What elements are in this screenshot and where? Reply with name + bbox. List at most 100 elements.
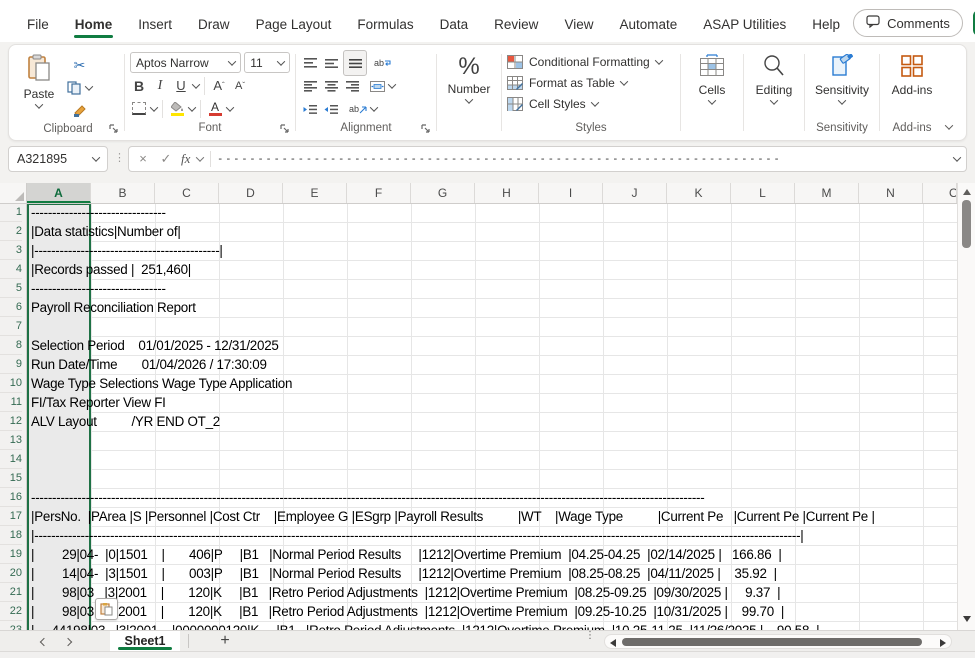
formula-bar-expand-icon[interactable] bbox=[953, 153, 961, 161]
format-as-table-button[interactable]: Format as Table bbox=[507, 72, 675, 93]
row-header-18[interactable]: 18 bbox=[0, 526, 22, 545]
align-top-button[interactable] bbox=[301, 53, 319, 73]
cell-row-21[interactable]: | 98|03 |3|2001 | 120|K |B1 |Retro Perio… bbox=[27, 583, 780, 602]
menu-tab-home[interactable]: Home bbox=[62, 17, 126, 42]
menu-tab-view[interactable]: View bbox=[551, 17, 606, 42]
row-header-9[interactable]: 9 bbox=[0, 355, 22, 374]
orientation-chevron-icon[interactable] bbox=[370, 104, 378, 112]
underline-chevron-icon[interactable] bbox=[192, 80, 200, 88]
column-header-b[interactable]: B bbox=[91, 183, 155, 203]
menu-tab-help[interactable]: Help bbox=[799, 17, 853, 42]
cell-row-19[interactable]: | 29|04- |0|1501 | 406|P |B1 |Normal Per… bbox=[27, 545, 782, 564]
font-size-select[interactable]: 11 bbox=[244, 52, 290, 73]
cell-row-16[interactable]: ----------------------------------------… bbox=[27, 488, 704, 507]
orientation-button[interactable]: ab bbox=[349, 99, 368, 119]
sheet-nav-right-icon[interactable] bbox=[60, 634, 76, 650]
cell-row-7[interactable] bbox=[27, 317, 31, 336]
cell-row-23[interactable]: | 44198|03 |3|2001 |0000000120|K |B1 |Re… bbox=[27, 621, 819, 630]
align-left-button[interactable] bbox=[301, 76, 319, 96]
increase-font-size-button[interactable]: Aˆ bbox=[210, 76, 228, 96]
cell-row-2[interactable]: |Data statistics|Number of| bbox=[27, 222, 181, 241]
paste-button[interactable]: Paste bbox=[17, 51, 61, 121]
row-header-8[interactable]: 8 bbox=[0, 336, 22, 355]
menu-tab-automate[interactable]: Automate bbox=[606, 17, 690, 42]
column-header-d[interactable]: D bbox=[219, 183, 283, 203]
comments-button[interactable]: Comments bbox=[853, 9, 963, 37]
align-center-button[interactable] bbox=[322, 76, 340, 96]
horizontal-scrollbar-thumb[interactable] bbox=[622, 638, 922, 646]
bold-button[interactable]: B bbox=[130, 76, 148, 96]
add-sheet-button[interactable]: + bbox=[215, 631, 235, 651]
borders-chevron-icon[interactable] bbox=[150, 103, 158, 111]
row-header-1[interactable]: 1 bbox=[0, 203, 22, 222]
cell-row-4[interactable]: |Records passed | 251,460| bbox=[27, 260, 191, 279]
column-header-h[interactable]: H bbox=[475, 183, 539, 203]
cell-styles-button[interactable]: Cell Styles bbox=[507, 93, 675, 114]
format-painter-button[interactable] bbox=[67, 101, 92, 121]
cell-row-9[interactable]: Run Date/Time 01/04/2026 / 17:30:09 bbox=[27, 355, 267, 374]
row-header-7[interactable]: 7 bbox=[0, 317, 22, 336]
column-header-e[interactable]: E bbox=[283, 183, 347, 203]
formula-bar-handle[interactable]: ⋮ bbox=[114, 156, 122, 161]
cancel-button[interactable]: × bbox=[135, 151, 151, 166]
column-header-g[interactable]: G bbox=[411, 183, 475, 203]
clipboard-dialog-launcher[interactable] bbox=[108, 123, 119, 134]
cell-row-14[interactable] bbox=[27, 450, 31, 469]
decrease-font-size-button[interactable]: Aˇ bbox=[231, 76, 249, 96]
cells-button[interactable]: Cells bbox=[686, 51, 738, 120]
menu-tab-insert[interactable]: Insert bbox=[125, 17, 185, 42]
column-header-l[interactable]: L bbox=[731, 183, 795, 203]
italic-button[interactable]: I bbox=[151, 76, 169, 96]
menu-tab-asap-utilities[interactable]: ASAP Utilities bbox=[690, 17, 799, 42]
align-middle-button[interactable] bbox=[322, 53, 340, 73]
menu-tab-page-layout[interactable]: Page Layout bbox=[243, 17, 345, 42]
cell-row-5[interactable]: -------------------------------- bbox=[27, 279, 166, 298]
column-header-n[interactable]: N bbox=[859, 183, 923, 203]
row-header-5[interactable]: 5 bbox=[0, 279, 22, 298]
align-right-button[interactable] bbox=[343, 76, 361, 96]
horizontal-scrollbar[interactable] bbox=[604, 634, 952, 649]
cut-button[interactable]: ✂ bbox=[67, 55, 92, 75]
row-header-20[interactable]: 20 bbox=[0, 564, 22, 583]
increase-indent-button[interactable] bbox=[322, 99, 340, 119]
column-header-c[interactable]: C bbox=[155, 183, 219, 203]
select-all-button[interactable] bbox=[0, 183, 27, 203]
copy-button[interactable] bbox=[67, 78, 92, 98]
row-header-2[interactable]: 2 bbox=[0, 222, 22, 241]
editing-button[interactable]: Editing bbox=[749, 51, 799, 120]
cell-row-10[interactable]: Wage Type Selections Wage Type Applicati… bbox=[27, 374, 292, 393]
row-header-16[interactable]: 16 bbox=[0, 488, 22, 507]
cell-row-3[interactable]: |---------------------------------------… bbox=[27, 241, 223, 260]
scroll-right-icon[interactable] bbox=[940, 639, 946, 647]
cell-row-18[interactable]: |---------------------------------------… bbox=[27, 526, 804, 545]
scroll-up-icon[interactable] bbox=[963, 189, 971, 195]
column-header-f[interactable]: F bbox=[347, 183, 411, 203]
row-header-19[interactable]: 19 bbox=[0, 545, 22, 564]
column-header-k[interactable]: K bbox=[667, 183, 731, 203]
merge-chevron-icon[interactable] bbox=[388, 81, 396, 89]
column-header-o[interactable]: O bbox=[923, 183, 957, 203]
decrease-indent-button[interactable] bbox=[301, 99, 319, 119]
column-header-m[interactable]: M bbox=[795, 183, 859, 203]
font-dialog-launcher[interactable] bbox=[279, 123, 290, 134]
vertical-scrollbar[interactable] bbox=[957, 183, 975, 630]
menu-tab-data[interactable]: Data bbox=[427, 17, 482, 42]
cell-row-12[interactable]: ALV Layout /YR END OT_2 bbox=[27, 412, 220, 431]
row-header-13[interactable]: 13 bbox=[0, 431, 22, 450]
font-color-chevron-icon[interactable] bbox=[226, 103, 234, 111]
scrollbar-resize-handle[interactable]: ⋮ bbox=[585, 633, 593, 638]
formula-input[interactable]: ----------------------------------------… bbox=[218, 153, 947, 165]
insert-function-button[interactable]: fx bbox=[181, 151, 190, 167]
number-format-button[interactable]: % Number bbox=[442, 51, 496, 120]
font-name-select[interactable]: Aptos Narrow bbox=[130, 52, 241, 73]
cell-row-8[interactable]: Selection Period 01/01/2025 - 12/31/2025 bbox=[27, 336, 279, 355]
column-header-j[interactable]: J bbox=[603, 183, 667, 203]
row-header-17[interactable]: 17 bbox=[0, 507, 22, 526]
scroll-left-icon[interactable] bbox=[610, 639, 616, 647]
cell-row-22[interactable]: | 98|03 |3|2001 | 120|K |B1 |Retro Perio… bbox=[27, 602, 784, 621]
row-header-14[interactable]: 14 bbox=[0, 450, 22, 469]
alignment-dialog-launcher[interactable] bbox=[420, 123, 431, 134]
merge-center-button[interactable] bbox=[368, 76, 386, 96]
conditional-formatting-button[interactable]: Conditional Formatting bbox=[507, 51, 675, 72]
align-bottom-button[interactable] bbox=[343, 50, 367, 76]
